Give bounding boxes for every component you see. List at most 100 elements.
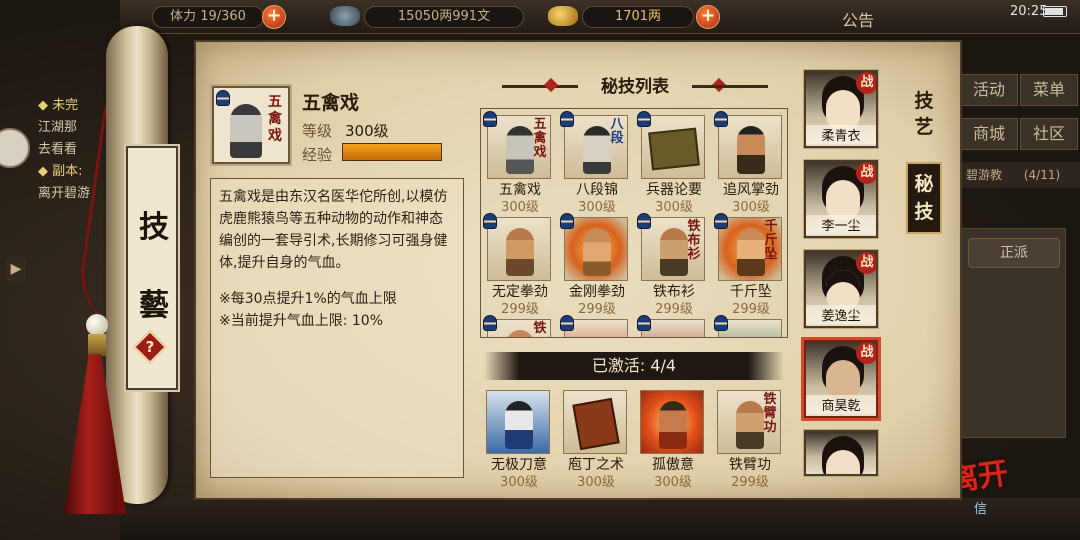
character-card[interactable]: 战 柔青衣 [803, 69, 879, 149]
skill-level: 300级 [577, 475, 615, 490]
skill-level: 300级 [654, 475, 692, 490]
add-stamina-button[interactable]: + [262, 5, 286, 29]
battery-icon [1043, 6, 1067, 17]
skill-level: 299级 [731, 475, 769, 490]
skill-grid[interactable]: 五禽戏 五禽戏 300级 八段 八段锦 300级 兵器论要 300级 追风掌劲 … [480, 108, 788, 338]
book-icon [572, 397, 620, 451]
skill-card[interactable]: 金刚拳劲 299级 [560, 213, 634, 317]
notice-button[interactable]: 公告 [842, 7, 874, 31]
skill-calligraphy: 五禽戏 [533, 117, 547, 160]
stamina-display: 体力 19/360 [152, 6, 264, 28]
character-card[interactable]: 战 李一尘 [803, 159, 879, 239]
scroll-title-char: 藝 [139, 288, 169, 323]
tab-skills[interactable]: 技艺 [904, 82, 944, 146]
skill-figure [737, 228, 765, 276]
skill-card[interactable]: 无定拳劲 299级 [483, 213, 557, 317]
skill-card[interactable]: 千斤坠 千斤坠 299级 [714, 213, 787, 317]
selected-skill-icon: 五禽戏 [210, 84, 292, 166]
character-icon [637, 213, 651, 229]
tassel-cap [88, 334, 106, 356]
character-name: 姜逸尘 [806, 305, 876, 324]
skill-figure [583, 228, 611, 276]
money-icon [330, 6, 360, 26]
skill-figure [659, 401, 687, 449]
gold-display: 1701两 [582, 6, 694, 28]
skill-card[interactable]: 八段 八段锦 300级 [560, 111, 634, 215]
skill-card[interactable]: 铁布衫 铁布衫 299级 [637, 213, 711, 317]
active-skill-card[interactable]: 无极刀意 300级 [482, 386, 556, 490]
exp-bar [342, 143, 442, 161]
skill-figure [505, 401, 533, 449]
scroll-title-char: 技 [139, 210, 169, 245]
character-card[interactable] [803, 429, 879, 477]
gold-ingot-icon [548, 6, 578, 26]
skill-figure [737, 126, 765, 174]
skill-figure [506, 330, 534, 337]
skill-card[interactable] [637, 315, 711, 337]
skill-list-title-text: 秘技列表 [601, 77, 669, 97]
help-icon: ? [145, 338, 155, 356]
skill-description: 五禽戏是由东汉名医华佗所创,以模仿虎鹿熊猿鸟等五种动物的动作和神态编创的一套导引… [219, 189, 448, 271]
character-icon [483, 315, 497, 331]
battle-badge: 战 [856, 72, 876, 94]
add-gold-button[interactable]: + [696, 5, 720, 29]
active-skill-card[interactable]: 孤傲意 300级 [636, 386, 710, 490]
skill-card[interactable]: 追风掌劲 300级 [714, 111, 787, 215]
tassel-bead [86, 314, 108, 336]
diamond-icon [711, 77, 727, 93]
avatar [826, 90, 860, 130]
character-name: 李一尘 [806, 215, 876, 234]
stamina-value: 19/360 [200, 9, 246, 24]
character-icon [714, 111, 728, 127]
effect-note: ※每30点提升1%的气血上限 [219, 291, 397, 307]
skill-calligraphy: 八段 [610, 117, 624, 146]
expand-arrow-icon[interactable]: ▶ [6, 256, 26, 282]
menu-button[interactable]: 菜单 [1020, 74, 1078, 106]
skill-art: 铁臂功 [717, 390, 781, 454]
character-card-selected[interactable]: 战 商昊乾 [801, 337, 881, 421]
character-icon [714, 213, 728, 229]
skill-figure [736, 401, 764, 449]
character-name: 商昊乾 [806, 395, 876, 414]
stamina-label: 体力 [170, 9, 197, 24]
battle-badge: 战 [856, 342, 876, 364]
avatar [826, 450, 860, 474]
skill-card[interactable]: 铁 [483, 315, 557, 337]
character-icon [483, 111, 497, 127]
battle-badge: 战 [856, 252, 876, 274]
skill-list-title: 秘技列表 [480, 72, 790, 100]
active-skill-card[interactable]: 庖丁之术 300级 [559, 386, 633, 490]
skill-figure [660, 228, 688, 276]
avatar [826, 180, 860, 220]
skill-description-box: 五禽戏是由东汉名医华佗所创,以模仿虎鹿熊猿鸟等五种动物的动作和神态编创的一套导引… [210, 178, 464, 478]
character-icon [483, 213, 497, 229]
skill-card[interactable]: 五禽戏 五禽戏 300级 [483, 111, 557, 215]
skill-card[interactable] [714, 315, 787, 337]
active-skill-card[interactable]: 铁臂功 铁臂功 299级 [713, 386, 787, 490]
community-button[interactable]: 社区 [1020, 118, 1078, 150]
skill-card[interactable] [560, 315, 634, 337]
selected-skill-name: 五禽戏 [302, 92, 360, 114]
message-icon[interactable]: 信 [974, 498, 987, 517]
tab-secret-skills[interactable]: 秘技 [906, 162, 942, 234]
skill-figure [230, 104, 262, 158]
quest-progress-row[interactable]: 碧游教 (4/11) [960, 162, 1080, 188]
skill-level: 300级 [500, 475, 538, 490]
activity-button[interactable]: 活动 [960, 74, 1018, 106]
money-display: 15050两991文 [364, 6, 524, 28]
top-resource-bar: 体力 19/360 + 15050两991文 1701两 + [120, 0, 1080, 34]
diamond-icon [543, 77, 559, 93]
quest-line-name: 碧游教 [966, 168, 1003, 182]
character-card[interactable]: 战 姜逸尘 [803, 249, 879, 329]
faction-button[interactable]: 正派 [968, 238, 1060, 268]
level-value: 300级 [345, 122, 389, 140]
battle-badge: 战 [856, 162, 876, 184]
shop-button[interactable]: 商城 [960, 118, 1018, 150]
skill-figure [506, 126, 534, 174]
skill-calligraphy: 千斤坠 [764, 219, 778, 262]
skill-calligraphy: 铁 [533, 321, 547, 336]
character-icon [637, 111, 651, 127]
tab-skills-label: 技艺 [914, 90, 934, 138]
character-icon [560, 315, 574, 331]
skill-card[interactable]: 兵器论要 300级 [637, 111, 711, 215]
